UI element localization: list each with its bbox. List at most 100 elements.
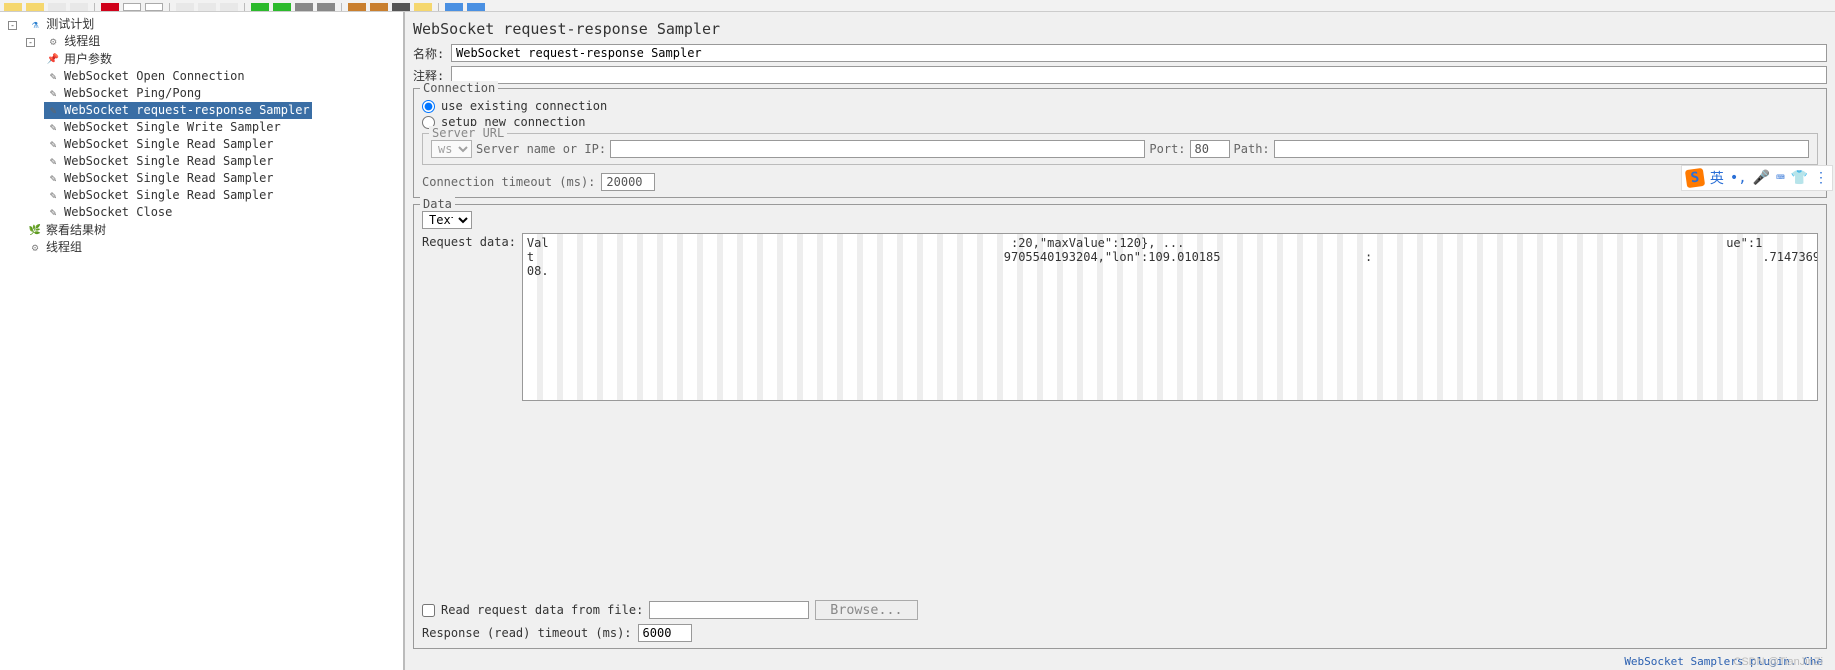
tree-label: WebSocket request-response Sampler [64,102,310,119]
view-results-tree-node[interactable]: 察看结果树 [26,222,108,239]
tree-label: 测试计划 [46,16,94,33]
tree-label: WebSocket Single Read Sampler [64,153,274,170]
setup-new-radio[interactable]: setup new connection [422,115,1818,129]
connection-fieldset: Connection use existing connection setup… [413,88,1827,198]
stop-icon[interactable] [295,3,313,11]
toolbar-icon[interactable] [467,3,485,11]
ws-open-node[interactable]: WebSocket Open Connection [44,68,247,85]
toolbar-icon[interactable] [348,3,366,11]
data-fieldset: Data Text Request data: Val :20,"maxValu… [413,204,1827,649]
toolbar-icon[interactable] [123,3,141,11]
tree-label: WebSocket Single Read Sampler [64,170,274,187]
toolbar-icon[interactable] [414,3,432,11]
use-existing-radio-input[interactable] [422,100,435,113]
ime-toolbar[interactable]: S 英 •, 🎤 ⌨ 👕 ⋮ [1681,165,1833,191]
comment-input[interactable] [451,66,1827,84]
ime-punct-icon[interactable]: •, [1730,170,1747,186]
ws-read-node[interactable]: WebSocket Single Read Sampler [44,136,276,153]
ws-close-node[interactable]: WebSocket Close [44,204,174,221]
toolbar [0,0,1835,12]
page-title: WebSocket request-response Sampler [413,16,1827,44]
connection-timeout-label: Connection timeout (ms): [422,175,595,189]
ws-read-node[interactable]: WebSocket Single Read Sampler [44,153,276,170]
protocol-select[interactable]: ws [431,140,472,158]
ws-ping-node[interactable]: WebSocket Ping/Pong [44,85,203,102]
ws-read-node[interactable]: WebSocket Single Read Sampler [44,170,276,187]
server-name-input[interactable] [610,140,1145,158]
sogou-logo-icon: S [1685,168,1705,188]
tree-label: WebSocket Single Read Sampler [64,136,274,153]
toolbar-icon[interactable] [445,3,463,11]
ime-mic-icon[interactable]: 🎤 [1753,170,1770,186]
toolbar-icon[interactable] [370,3,388,11]
sampler-config-panel: WebSocket request-response Sampler 名称: 注… [405,12,1835,670]
pencil-icon [46,104,60,118]
plugin-footer: WebSocket Samplers plugin. Che [413,653,1827,668]
pencil-icon [46,121,60,135]
ws-write-node[interactable]: WebSocket Single Write Sampler [44,119,283,136]
gear-icon [46,35,60,49]
data-type-select[interactable]: Text [422,211,472,229]
pencil-icon [46,155,60,169]
port-input[interactable] [1190,140,1230,158]
toolbar-icon[interactable] [392,3,410,11]
tree-label: 察看结果树 [46,222,106,239]
tree-toggle[interactable]: - [26,38,35,47]
toolbar-icon[interactable] [48,3,66,11]
toolbar-icon[interactable] [145,3,163,11]
path-label: Path: [1234,142,1270,156]
request-data-label: Request data: [422,233,516,594]
ime-lang[interactable]: 英 [1710,168,1724,188]
pencil-icon [46,138,60,152]
pencil-icon [46,172,60,186]
toolbar-icon[interactable] [220,3,238,11]
browse-button[interactable]: Browse... [815,600,917,620]
response-timeout-input[interactable] [638,624,692,642]
pencil-icon [46,189,60,203]
tree-toggle[interactable]: - [8,21,17,30]
tree-label: 线程组 [46,239,82,256]
toolbar-icon[interactable] [4,3,22,11]
connection-timeout-input[interactable] [601,173,655,191]
gear-icon [28,241,42,255]
pencil-icon [46,87,60,101]
toolbar-icon[interactable] [70,3,88,11]
tree-label: WebSocket Single Write Sampler [64,119,281,136]
radio-label: use existing connection [441,99,607,113]
ime-keyboard-icon[interactable]: ⌨ [1776,170,1784,186]
request-data-textarea[interactable]: Val :20,"maxValue":120}, ... ue":1 t [522,233,1818,401]
tree-root[interactable]: 测试计划 [26,16,96,33]
ime-menu-icon[interactable]: ⋮ [1814,170,1828,186]
tree-label: WebSocket Open Connection [64,68,245,85]
tree-label: WebSocket Single Read Sampler [64,187,274,204]
path-input[interactable] [1274,140,1809,158]
server-url-legend: Server URL [429,126,507,140]
toolbar-icon[interactable] [26,3,44,11]
test-plan-tree[interactable]: - 测试计划 - 线程组 [0,12,405,670]
use-existing-radio[interactable]: use existing connection [422,99,1818,113]
name-input[interactable] [451,44,1827,62]
user-params-node[interactable]: 用户参数 [44,51,114,68]
port-label: Port: [1149,142,1185,156]
read-from-file-checkbox[interactable] [422,604,435,617]
tree-label: WebSocket Close [64,204,172,221]
data-legend: Data [420,197,455,211]
ws-read-node[interactable]: WebSocket Single Read Sampler [44,187,276,204]
watermark: CSDN @TianJinZi [1733,656,1823,668]
file-path-input[interactable] [649,601,809,619]
ime-skin-icon[interactable]: 👕 [1791,170,1808,186]
toolbar-icon[interactable] [101,3,119,11]
pencil-icon [46,206,60,220]
toolbar-icon[interactable] [176,3,194,11]
pin-icon [46,53,60,67]
pencil-icon [46,70,60,84]
thread-group-node[interactable]: 线程组 [44,33,102,50]
ws-reqresp-node[interactable]: WebSocket request-response Sampler [44,102,312,119]
toolbar-icon[interactable] [273,3,291,11]
tree-label: WebSocket Ping/Pong [64,85,201,102]
toolbar-icon[interactable] [317,3,335,11]
tree-label: 线程组 [64,33,100,50]
run-icon[interactable] [251,3,269,11]
thread-group-node[interactable]: 线程组 [26,239,84,256]
toolbar-icon[interactable] [198,3,216,11]
